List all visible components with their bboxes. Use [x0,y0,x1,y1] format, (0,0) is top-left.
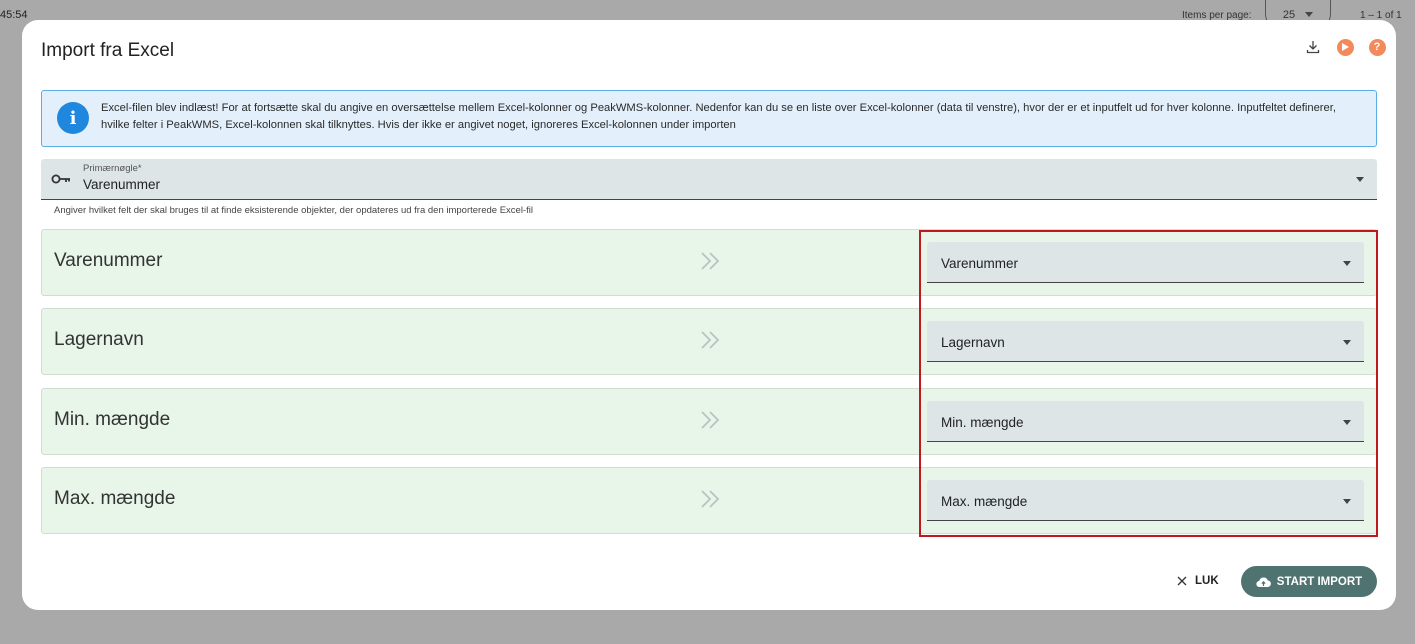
start-import-button[interactable]: START IMPORT [1241,566,1377,597]
excel-column-label: Min. mængde [54,409,171,430]
chevron-down-icon [1343,420,1351,425]
mapping-row: Lagernavn Lagernavn [41,308,1377,375]
chevron-down-icon [1356,177,1364,182]
start-import-label: START IMPORT [1276,575,1363,588]
dialog-header-actions: ? [1304,38,1386,56]
dialog-title: Import fra Excel [41,40,175,61]
primary-key-label: Primærnøgle* [83,163,142,174]
import-dialog: Import fra Excel ? i Excel-filen blev in… [22,20,1396,610]
excel-column-label: Lagernavn [54,329,144,350]
mapping-row: Varenummer Varenummer [41,229,1377,296]
mapping-row: Min. mængde Min. mængde [41,388,1377,455]
chevron-down-icon [1343,499,1351,504]
field-select-value: Max. mængde [941,494,1028,509]
background-time: 45:54 [0,9,28,21]
double-chevron-right-icon [701,411,720,429]
chevron-down-icon [1343,261,1351,266]
excel-column-label: Max. mængde [54,488,176,509]
info-icon: i [57,102,89,134]
play-icon[interactable] [1336,38,1354,56]
cloud-upload-icon [1256,577,1271,587]
excel-column-label: Varenummer [54,250,163,271]
primary-key-hint: Angiver hvilket felt der skal bruges til… [54,205,533,216]
field-select-value: Varenummer [941,256,1019,271]
close-button[interactable]: LUK [1177,571,1219,591]
field-select[interactable]: Min. mængde [927,401,1364,442]
key-icon [51,174,70,184]
info-banner: i Excel-filen blev indlæst! For at forts… [41,90,1377,147]
double-chevron-right-icon [701,331,720,349]
close-icon [1177,576,1187,586]
double-chevron-right-icon [701,490,720,508]
primary-key-select[interactable]: Primærnøgle* Varenummer [41,159,1377,200]
field-select[interactable]: Max. mængde [927,480,1364,521]
close-button-label: LUK [1195,575,1219,587]
double-chevron-right-icon [701,252,720,270]
download-icon[interactable] [1304,38,1322,56]
chevron-down-icon [1343,340,1351,345]
field-select-value: Lagernavn [941,335,1005,350]
items-per-page-value: 25 [1282,8,1296,21]
help-icon[interactable]: ? [1368,38,1386,56]
info-text: Excel-filen blev indlæst! For at fortsæt… [101,102,1336,131]
field-select[interactable]: Varenummer [927,242,1364,283]
chevron-down-icon [1305,12,1314,17]
field-select[interactable]: Lagernavn [927,321,1364,362]
primary-key-value: Varenummer [83,177,161,192]
field-select-value: Min. mængde [941,415,1024,430]
mapping-row: Max. mængde Max. mængde [41,467,1377,534]
